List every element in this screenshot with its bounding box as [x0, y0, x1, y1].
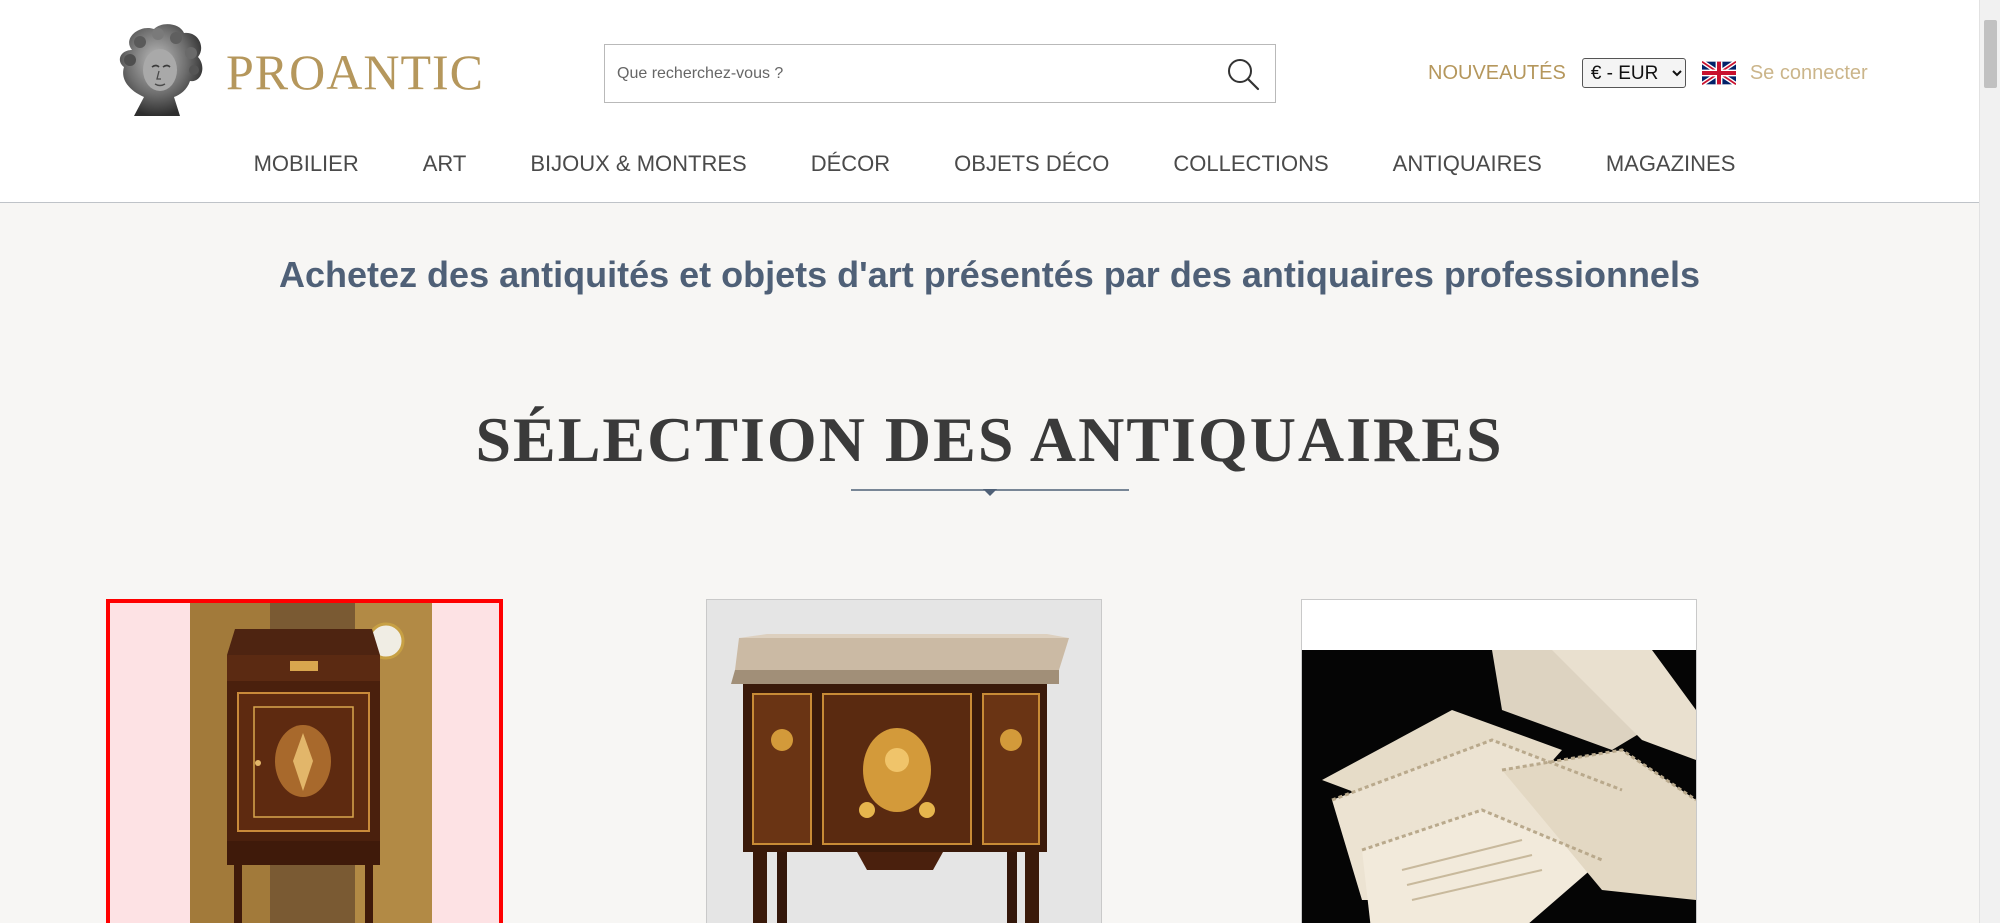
site-logo[interactable]: PROANTIC [110, 20, 484, 124]
product-image-marquetry-commode [707, 600, 1101, 923]
logo-text: PROANTIC [226, 44, 485, 100]
nouveautes-link[interactable]: NOUVEAUTÉS [1428, 62, 1566, 85]
site-header: PROANTIC NOUVEAUTÉS € - EUR [0, 0, 1979, 203]
currency-select[interactable]: € - EUR [1581, 58, 1686, 88]
uk-flag-icon[interactable] [1701, 61, 1736, 85]
search-icon [1228, 58, 1260, 90]
product-card-inlaid-cabinet[interactable] [106, 599, 503, 923]
header-utilities: NOUVEAUTÉS € - EUR Se connecter [1428, 56, 1868, 90]
nav-item-antiquaires[interactable]: ANTIQUAIRES [1393, 151, 1542, 177]
nav-item-mobilier[interactable]: MOBILIER [254, 151, 359, 177]
login-link[interactable]: Se connecter [1750, 62, 1868, 85]
logo-bust-icon [119, 24, 203, 116]
product-image-embroidered-linen [1302, 600, 1696, 923]
nav-item-objets-deco[interactable]: OBJETS DÉCO [954, 151, 1109, 177]
product-image-inlaid-cabinet [110, 603, 499, 923]
page: PROANTIC NOUVEAUTÉS € - EUR [0, 0, 2000, 923]
page-scrollbar[interactable] [1979, 0, 2000, 923]
search-button[interactable] [1211, 45, 1275, 102]
page-tagline: Achetez des antiquités et objets d'art p… [279, 254, 1700, 295]
nav-item-decor[interactable]: DÉCOR [811, 151, 890, 177]
nav-item-bijoux-montres[interactable]: BIJOUX & MONTRES [530, 151, 746, 177]
search-bar [604, 44, 1276, 103]
product-card-marquetry-commode[interactable] [706, 599, 1102, 923]
nav-item-magazines[interactable]: MAGAZINES [1606, 151, 1736, 177]
product-card-embroidered-linen[interactable] [1301, 599, 1697, 923]
main-nav: MOBILIER ART BIJOUX & MONTRES DÉCOR OBJE… [0, 144, 1979, 184]
title-divider [851, 489, 1129, 496]
section-title: SÉLECTION DES ANTIQUAIRES [475, 404, 1504, 475]
scrollbar-thumb[interactable] [1984, 20, 1997, 88]
nav-item-collections[interactable]: COLLECTIONS [1173, 151, 1328, 177]
search-input[interactable] [605, 45, 1211, 102]
nav-item-art[interactable]: ART [423, 151, 467, 177]
